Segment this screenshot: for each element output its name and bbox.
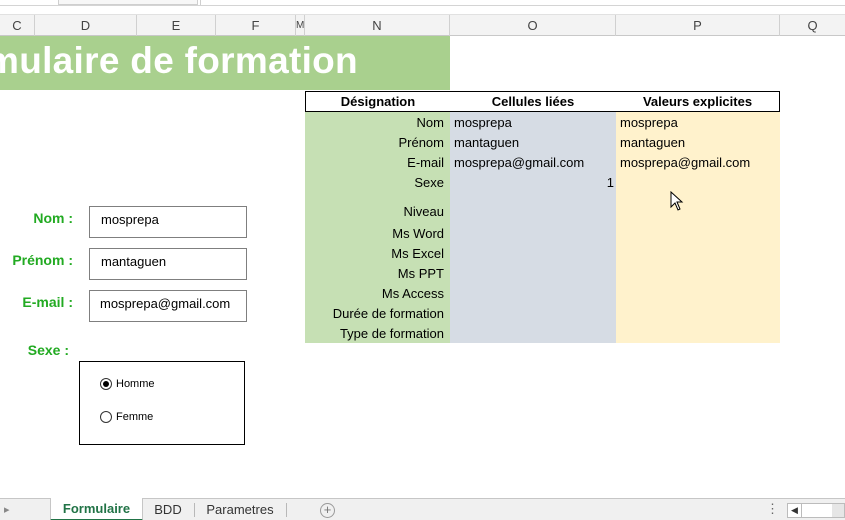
radio-unchecked-icon[interactable] [100, 411, 112, 423]
email-input[interactable]: mosprepa@gmail.com [89, 290, 247, 322]
formula-bar-strip [0, 0, 845, 6]
table-header-linked-cells[interactable]: Cellules liées [450, 91, 617, 112]
prenom-input[interactable]: mantaguen [89, 248, 247, 280]
scroll-left-icon[interactable]: ◀ [788, 504, 802, 517]
sexe-radio-group: Homme Femme [79, 361, 245, 445]
scroll-thumb[interactable] [832, 504, 844, 517]
name-box[interactable] [58, 0, 198, 5]
column-header-f[interactable]: F [216, 15, 296, 36]
formula-input[interactable] [200, 0, 845, 5]
linked-sexe[interactable]: 1 [454, 175, 614, 190]
column-header-c[interactable]: C [0, 15, 35, 36]
sheet-nav-left-icon[interactable]: ▸ [4, 499, 10, 520]
table-header-designation[interactable]: Désignation [305, 91, 451, 112]
radio-femme[interactable]: Femme [100, 411, 153, 423]
label-niveau[interactable]: Niveau [305, 204, 444, 219]
radio-homme-label: Homme [116, 378, 155, 390]
label-ms-excel[interactable]: Ms Excel [305, 246, 444, 261]
label-email[interactable]: E-mail [305, 155, 444, 170]
linked-prenom[interactable]: mantaguen [454, 135, 519, 150]
label-nom[interactable]: Nom [305, 115, 444, 130]
label-ms-word[interactable]: Ms Word [305, 226, 444, 241]
form-label-email: E-mail : [22, 294, 73, 310]
radio-homme[interactable]: Homme [100, 378, 155, 390]
label-prenom[interactable]: Prénom [305, 135, 444, 150]
linked-nom[interactable]: mosprepa [454, 115, 512, 130]
form-label-nom: Nom : [33, 210, 73, 226]
column-header-d[interactable]: D [35, 15, 137, 36]
column-header-o[interactable]: O [450, 15, 616, 36]
explicit-email[interactable]: mosprepa@gmail.com [620, 155, 750, 170]
sheet-tab-bar: ▸ Formulaire BDD Parametres + ⋮ ◀ [0, 498, 845, 520]
horizontal-scrollbar[interactable]: ◀ [787, 503, 845, 518]
column-header-m[interactable]: M [296, 15, 305, 36]
label-ms-access[interactable]: Ms Access [305, 286, 444, 301]
radio-checked-icon[interactable] [100, 378, 112, 390]
form-label-sexe: Sexe : [27, 342, 69, 358]
tab-separator [286, 503, 287, 517]
label-sexe[interactable]: Sexe [305, 175, 444, 190]
label-ms-ppt[interactable]: Ms PPT [305, 266, 444, 281]
more-options-icon[interactable]: ⋮ [766, 501, 779, 517]
label-type-formation[interactable]: Type de formation [305, 326, 444, 341]
explicit-prenom[interactable]: mantaguen [620, 135, 685, 150]
form-label-prenom: Prénom : [12, 252, 73, 268]
column-header-e[interactable]: E [137, 15, 216, 36]
linked-email[interactable]: mosprepa@gmail.com [454, 155, 584, 170]
table-header-explicit-values[interactable]: Valeurs explicites [616, 91, 780, 112]
nom-input[interactable]: mosprepa [89, 206, 247, 238]
mouse-cursor-icon [670, 191, 684, 211]
add-sheet-icon[interactable]: + [320, 503, 335, 518]
column-header-n[interactable]: N [305, 15, 450, 36]
label-duree-formation[interactable]: Durée de formation [305, 306, 444, 321]
explicit-nom[interactable]: mosprepa [620, 115, 678, 130]
title-banner: mulaire de formation [0, 36, 450, 90]
column-header-row: C D E F M N O P Q [0, 14, 845, 36]
radio-femme-label: Femme [116, 411, 154, 423]
banner-title: mulaire de formation [0, 40, 358, 81]
tab-bdd[interactable]: BDD [143, 499, 193, 520]
column-header-q[interactable]: Q [780, 15, 845, 36]
tab-formulaire[interactable]: Formulaire [50, 498, 143, 520]
column-header-p[interactable]: P [616, 15, 780, 36]
tab-parametres[interactable]: Parametres [195, 499, 285, 520]
